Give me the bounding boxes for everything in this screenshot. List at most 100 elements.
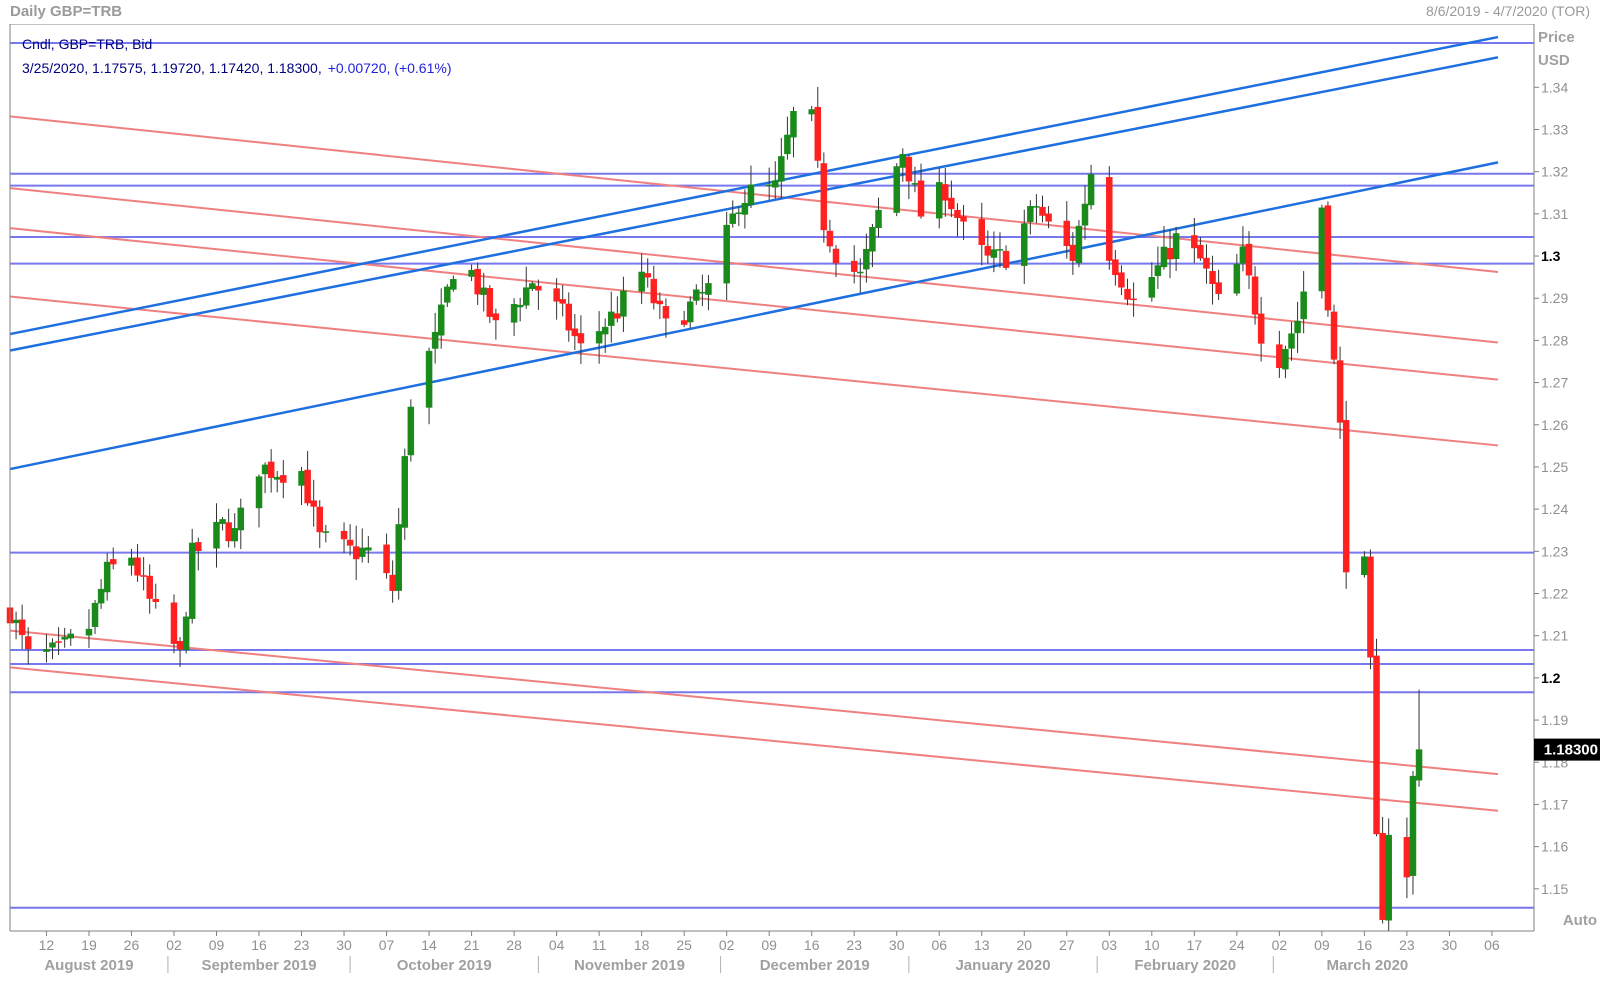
candle	[1373, 638, 1380, 837]
candle-body-up	[219, 519, 226, 524]
candle-body-up	[529, 283, 536, 290]
candle-body-up	[1233, 264, 1241, 294]
x-tick-label: 16	[804, 937, 820, 953]
x-tick-label: 30	[336, 937, 352, 953]
candle-body-up	[784, 134, 791, 155]
candle-body-up	[1239, 246, 1247, 264]
x-tick-label: 10	[1144, 937, 1160, 953]
candle-body-down	[1251, 276, 1259, 315]
candle-body-down	[644, 273, 651, 278]
candle-body-up	[1154, 265, 1162, 277]
y-tick-label: 1.19	[1541, 712, 1568, 728]
candle-body-down	[1197, 244, 1204, 259]
candle	[1324, 201, 1332, 317]
candle-body-down	[826, 230, 834, 247]
x-tick-label: 25	[676, 937, 692, 953]
candle	[1318, 204, 1326, 299]
candle-body-up	[67, 633, 74, 639]
candle-body-down	[1342, 420, 1350, 573]
candle-body-up	[893, 166, 900, 213]
x-tick-label: 03	[1102, 937, 1118, 953]
candle-body-up	[1148, 277, 1156, 298]
x-tick-label: 26	[124, 937, 140, 953]
candle-body-down	[948, 197, 955, 210]
x-tick-label: 30	[889, 937, 905, 953]
candle-body-down	[978, 219, 986, 246]
last-price-label: 1.18300	[1544, 742, 1598, 759]
candle-body-up	[468, 269, 475, 277]
x-tick-label: 23	[294, 937, 310, 953]
legend-series-label: Cndl, GBP=TRB, Bid	[22, 36, 152, 52]
candle-body-up	[450, 279, 457, 290]
candle	[1106, 166, 1113, 270]
candle-body-up	[595, 331, 603, 344]
candle-body-up	[322, 531, 330, 533]
month-label: September 2019	[201, 957, 316, 974]
candle-body-up	[729, 213, 736, 224]
candle-body-up	[693, 289, 700, 301]
candle-body-down	[832, 248, 840, 264]
month-label: January 2020	[955, 957, 1050, 974]
candle-body-up	[43, 648, 50, 652]
candle-body-up	[1409, 775, 1417, 876]
y-tick-label: 1.2	[1541, 670, 1561, 686]
candle-body-up	[97, 588, 105, 604]
candle-body-up	[778, 156, 785, 182]
y-tick-label: 1.26	[1541, 417, 1568, 433]
x-tick-label: 30	[1442, 937, 1458, 953]
candle-body-up	[1385, 834, 1392, 921]
candle-body-up	[444, 286, 451, 303]
candle-body-down	[680, 320, 688, 325]
candle-body-up	[1282, 348, 1289, 370]
candle-body-up	[255, 476, 263, 509]
candle-body-down	[850, 260, 858, 272]
candle-body-down	[486, 288, 494, 317]
candle-body-down	[225, 522, 232, 542]
candle-body-up	[1033, 206, 1040, 208]
candle-body-up	[395, 524, 402, 591]
y-tick-label: 1.28	[1541, 332, 1568, 348]
candle-body-down	[1106, 177, 1113, 261]
candle-body-up	[1318, 207, 1326, 292]
candle-body-up	[61, 636, 68, 640]
price-axis-currency: USD	[1538, 52, 1570, 69]
last-price-tag: 1.18300	[1534, 738, 1600, 761]
candle-body-up	[1294, 320, 1301, 334]
month-label: December 2019	[760, 957, 870, 974]
candle-body-down	[553, 288, 560, 302]
x-tick-label: 21	[464, 937, 480, 953]
candle-body-down	[1166, 247, 1174, 260]
candle-body-down	[134, 557, 141, 576]
legend-ohlc: 3/25/2020, 1.17575, 1.19720, 1.17420, 1.…	[22, 60, 322, 76]
chart-title: Daily GBP=TRB	[10, 3, 122, 20]
candle-body-up	[808, 109, 815, 115]
candle-body-down	[170, 602, 178, 644]
candle	[820, 152, 828, 243]
candle-body-down	[954, 209, 961, 218]
candle-body-down	[1215, 282, 1222, 294]
candle-body-up	[1087, 174, 1095, 206]
auto-scale-button[interactable]: Auto	[1563, 912, 1597, 929]
candle-body-down	[1379, 832, 1386, 920]
candle-body-up	[407, 406, 415, 456]
x-tick-label: 19	[81, 937, 97, 953]
x-tick-label: 09	[761, 937, 777, 953]
month-label: November 2019	[574, 957, 685, 974]
candle-body-down	[917, 180, 925, 217]
candle-body-down	[820, 163, 828, 231]
x-tick-label: 18	[634, 937, 650, 953]
candle-body-up	[686, 301, 694, 323]
candle-body-down	[814, 106, 822, 161]
candle	[407, 399, 415, 462]
chart-container: Daily GBP=TRB 8/6/2019 - 4/7/2020 (TOR) …	[0, 0, 1600, 977]
candle-body-down	[474, 268, 481, 295]
candle-body-up	[49, 642, 56, 648]
legend-change: +0.00720, (+0.61%)	[328, 60, 452, 76]
candle-body-up	[103, 561, 111, 593]
candle	[401, 448, 409, 540]
candle-body-up	[1027, 206, 1034, 222]
candle-body-down	[1245, 243, 1253, 276]
candle-body-down	[340, 530, 348, 540]
candle	[1367, 549, 1374, 670]
candle-body-down	[310, 500, 317, 507]
